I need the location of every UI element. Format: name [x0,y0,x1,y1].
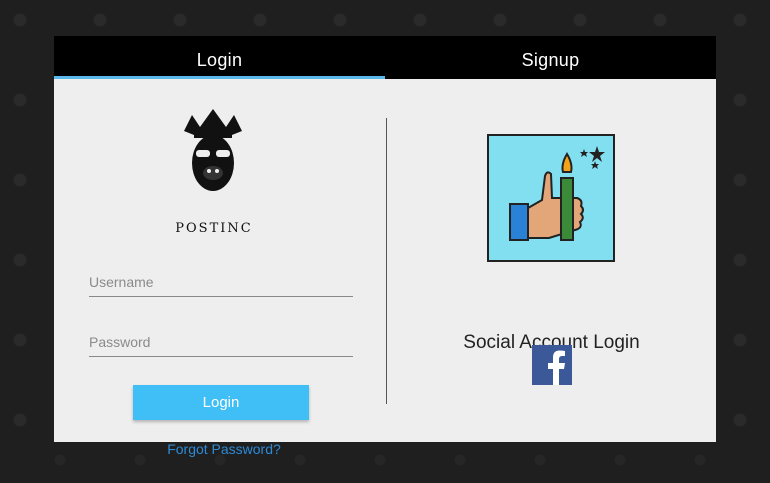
gorilla-crown-logo [184,109,242,191]
password-input[interactable] [89,327,353,357]
login-form: POSTINC Login Forgot Password? [54,79,386,457]
auth-panel: Login Signup POSTINC Login Forgot Passwo… [54,36,716,457]
username-input[interactable] [89,267,353,297]
brand-name: POSTINC [175,221,253,236]
tab-login[interactable]: Login [54,36,385,79]
social-login: Social Account Login [387,79,716,442]
tab-bar: Login Signup [54,36,716,79]
facebook-icon[interactable] [532,345,572,385]
forgot-password-link[interactable]: Forgot Password? [124,441,324,457]
tab-signup[interactable]: Signup [385,36,716,79]
login-button[interactable]: Login [133,385,309,420]
thumbs-up-torch-icon [487,134,615,262]
